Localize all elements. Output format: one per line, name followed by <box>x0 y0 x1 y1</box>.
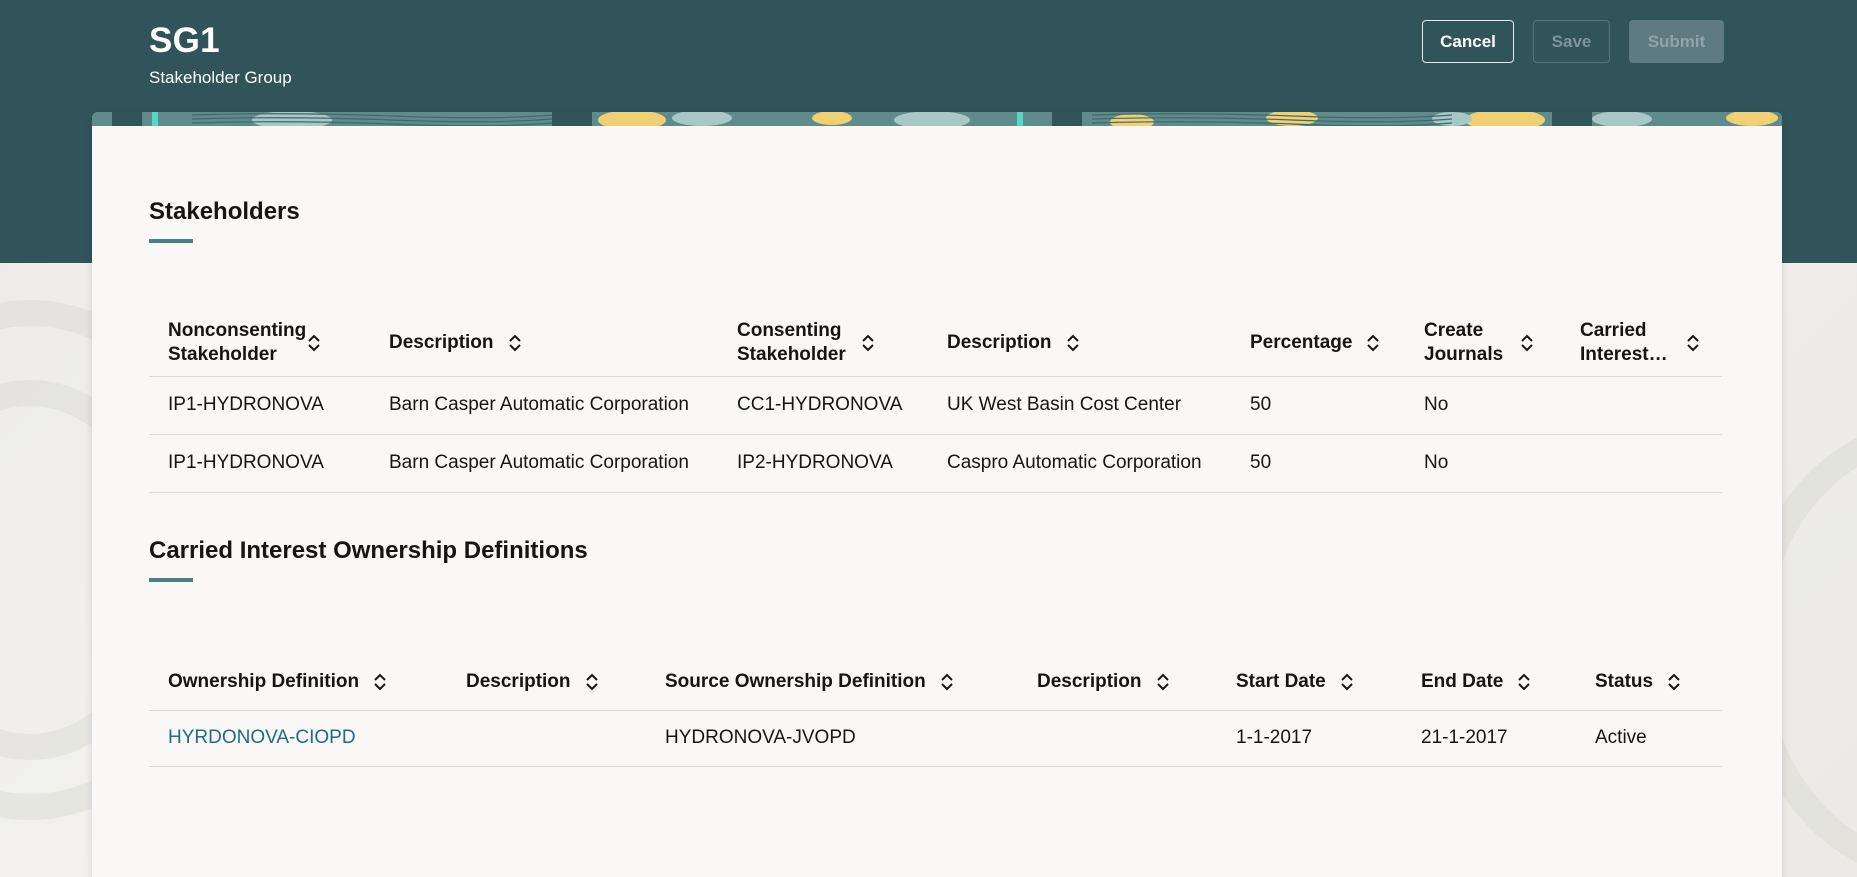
column-header-description[interactable]: Description <box>1018 654 1217 711</box>
table-cell: HYRDONOVA-CIOPD <box>149 710 447 767</box>
column-header-description[interactable]: Description <box>928 310 1231 377</box>
column-label: Create Journals <box>1424 319 1504 365</box>
column-label: Description <box>389 331 494 353</box>
column-label: Start Date <box>1236 670 1326 692</box>
column-label: Nonconsenting Stakeholder <box>168 319 307 365</box>
column-header-ownership-definition[interactable]: Ownership Definition <box>149 654 447 711</box>
table-cell: IP1-HYDRONOVA <box>149 376 370 435</box>
column-label: Carried Interest… <box>1580 319 1668 365</box>
sort-icon[interactable] <box>1686 334 1700 352</box>
column-label: Percentage <box>1250 331 1353 353</box>
stakeholders-section-title: Stakeholders <box>149 198 300 225</box>
sort-icon[interactable] <box>585 673 599 691</box>
column-header-status[interactable]: Status <box>1576 654 1722 711</box>
column-header-carried-interest[interactable]: Carried Interest… <box>1561 310 1722 377</box>
sort-icon[interactable] <box>861 334 875 352</box>
sort-icon[interactable] <box>1156 673 1170 691</box>
sort-icon[interactable] <box>373 673 387 691</box>
table-header-row: Ownership Definition Description Source … <box>149 654 1722 711</box>
column-header-source-ownership-definition[interactable]: Source Ownership Definition <box>646 654 1018 711</box>
table-cell: No <box>1405 376 1561 435</box>
column-label: Consenting Stakeholder <box>737 319 846 365</box>
column-label: Ownership Definition <box>168 670 360 692</box>
sort-icon[interactable] <box>1066 334 1080 352</box>
sort-icon[interactable] <box>508 334 522 352</box>
ownership-table: Ownership Definition Description Source … <box>149 654 1722 767</box>
column-label: Description <box>947 331 1052 353</box>
column-label: Description <box>466 670 571 692</box>
table-cell <box>1561 434 1722 493</box>
sort-icon[interactable] <box>1340 673 1354 691</box>
ownership-definition-link[interactable]: HYRDONOVA-CIOPD <box>168 727 356 748</box>
table-cell: Barn Casper Automatic Corporation <box>370 376 718 435</box>
table-cell <box>447 710 646 767</box>
sort-icon[interactable] <box>1667 673 1681 691</box>
sort-icon[interactable] <box>1520 334 1534 352</box>
submit-button[interactable]: Submit <box>1629 20 1724 63</box>
table-header-row: Nonconsenting Stakeholder Description Co… <box>149 310 1722 377</box>
table-cell: 50 <box>1231 376 1405 435</box>
column-header-create-journals[interactable]: Create Journals <box>1405 310 1561 377</box>
column-header-end-date[interactable]: End Date <box>1402 654 1576 711</box>
cancel-button[interactable]: Cancel <box>1422 20 1514 63</box>
table-cell: UK West Basin Cost Center <box>928 376 1231 435</box>
column-header-percentage[interactable]: Percentage <box>1231 310 1405 377</box>
table-cell: Barn Casper Automatic Corporation <box>370 434 718 493</box>
content-card: Stakeholders Nonconsenting Stakeholder D… <box>92 112 1782 877</box>
table-row[interactable]: HYRDONOVA-CIOPD HYDRONOVA-JVOPD 1-1-2017… <box>149 710 1722 767</box>
column-header-nonconsenting-stakeholder[interactable]: Nonconsenting Stakeholder <box>149 310 370 377</box>
column-header-description[interactable]: Description <box>370 310 718 377</box>
column-header-start-date[interactable]: Start Date <box>1217 654 1402 711</box>
page-title: SG1 <box>149 21 220 60</box>
table-cell: No <box>1405 434 1561 493</box>
section-underline <box>149 239 193 243</box>
sort-icon[interactable] <box>1366 334 1380 352</box>
page-subtitle: Stakeholder Group <box>149 68 292 87</box>
sort-icon[interactable] <box>940 673 954 691</box>
save-button[interactable]: Save <box>1533 20 1610 63</box>
table-cell: CC1-HYDRONOVA <box>718 376 928 435</box>
table-row[interactable]: IP1-HYDRONOVA Barn Casper Automatic Corp… <box>149 434 1722 493</box>
table-cell: 1-1-2017 <box>1217 710 1402 767</box>
decorative-banner <box>92 112 1782 126</box>
banner-pattern <box>92 112 1782 126</box>
table-cell: Caspro Automatic Corporation <box>928 434 1231 493</box>
table-cell <box>1561 376 1722 435</box>
ownership-section-title: Carried Interest Ownership Definitions <box>149 537 588 564</box>
stakeholders-table: Nonconsenting Stakeholder Description Co… <box>149 310 1722 493</box>
table-cell: IP1-HYDRONOVA <box>149 434 370 493</box>
column-label: Status <box>1595 670 1654 692</box>
section-underline <box>149 578 193 582</box>
action-bar: Cancel Save Submit <box>1422 20 1724 63</box>
column-label: Source Ownership Definition <box>665 670 926 692</box>
table-cell: 50 <box>1231 434 1405 493</box>
sort-icon[interactable] <box>307 334 321 352</box>
title-block: SG1 Stakeholder Group <box>149 20 292 88</box>
table-cell <box>1018 710 1217 767</box>
table-cell: Active <box>1576 710 1722 767</box>
column-label: Description <box>1037 670 1142 692</box>
column-header-description[interactable]: Description <box>447 654 646 711</box>
table-cell: HYDRONOVA-JVOPD <box>646 710 1018 767</box>
table-cell: IP2-HYDRONOVA <box>718 434 928 493</box>
table-cell: 21-1-2017 <box>1402 710 1576 767</box>
table-row[interactable]: IP1-HYDRONOVA Barn Casper Automatic Corp… <box>149 376 1722 435</box>
column-label: End Date <box>1421 670 1504 692</box>
sort-icon[interactable] <box>1517 673 1531 691</box>
column-header-consenting-stakeholder[interactable]: Consenting Stakeholder <box>718 310 928 377</box>
